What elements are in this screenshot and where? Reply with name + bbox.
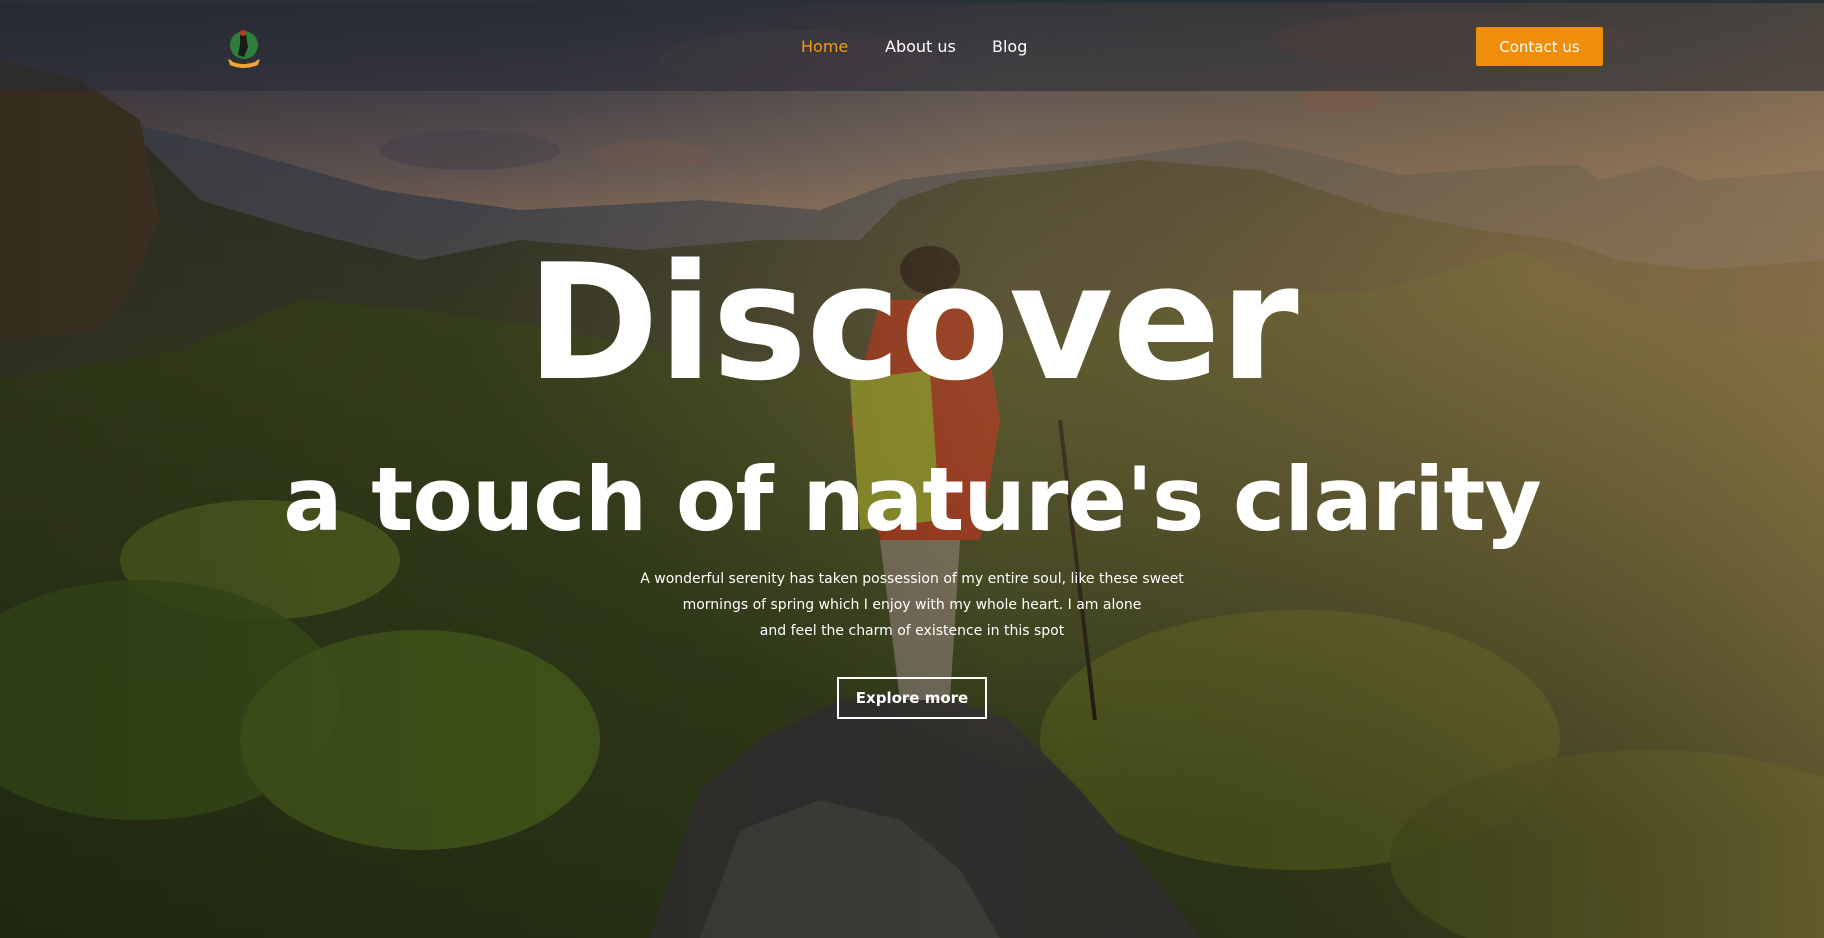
top-strip <box>0 0 1824 3</box>
hero-title: Discover <box>526 229 1298 416</box>
page: Home About us Blog Contact us Discover a… <box>0 0 1824 938</box>
hero-paragraph: A wonderful serenity has taken possessio… <box>612 566 1212 644</box>
nav-item-home[interactable]: Home <box>801 37 848 56</box>
hero-paragraph-line: and feel the charm of existence in this … <box>759 623 1065 639</box>
contact-us-button[interactable]: Contact us <box>1476 27 1603 66</box>
explore-more-button[interactable]: Explore more <box>837 677 987 719</box>
hero-subtitle: a touch of nature's clarity <box>283 448 1542 551</box>
nav-item-blog[interactable]: Blog <box>992 37 1027 56</box>
hero-paragraph-line: A wonderful serenity has taken possessio… <box>640 571 1184 587</box>
hero-paragraph-line: mornings of spring which I enjoy with my… <box>682 597 1142 613</box>
nav-item-about-us[interactable]: About us <box>885 37 956 56</box>
site-header: Home About us Blog Contact us <box>0 3 1824 91</box>
